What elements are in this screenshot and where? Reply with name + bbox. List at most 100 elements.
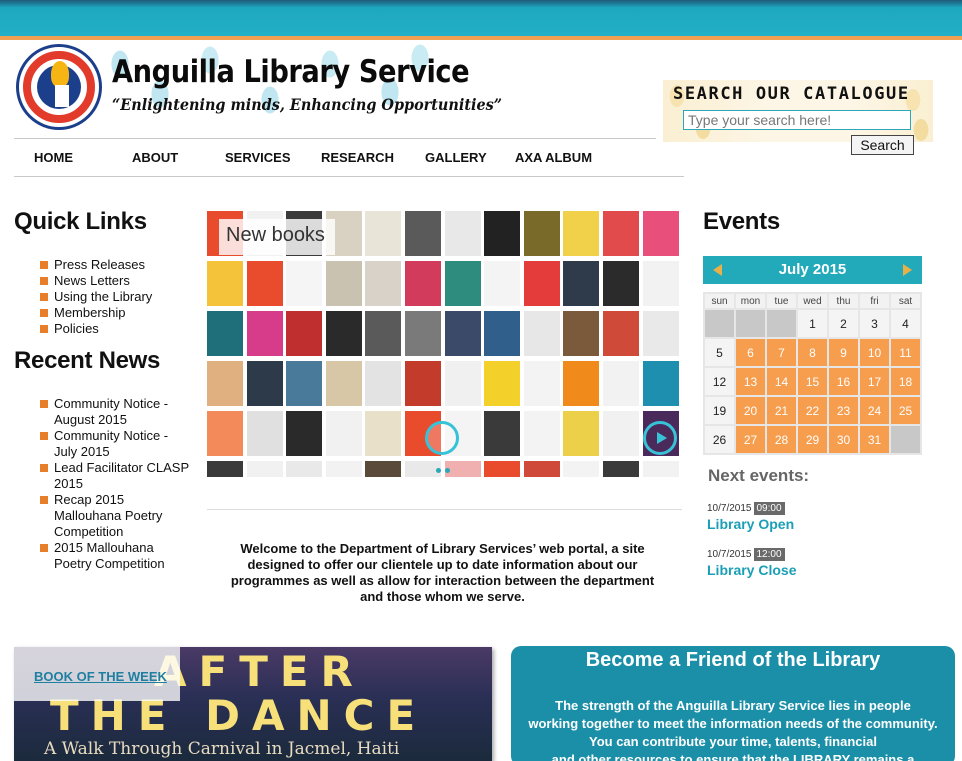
event-title-link[interactable]: Library Close: [707, 562, 796, 578]
book-cover-tile[interactable]: [286, 311, 323, 356]
slider-pagination[interactable]: [436, 460, 454, 478]
book-cover-tile[interactable]: [603, 361, 639, 406]
book-cover-tile[interactable]: [246, 411, 283, 456]
book-cover-tile[interactable]: [444, 211, 481, 256]
calendar-next-icon[interactable]: [903, 264, 912, 276]
event-title-link[interactable]: Library Open: [707, 516, 794, 532]
nav-home[interactable]: HOME: [34, 150, 73, 165]
calendar-day[interactable]: 9: [829, 339, 858, 366]
book-cover-tile[interactable]: [563, 211, 600, 256]
nav-research[interactable]: RESEARCH: [321, 150, 394, 165]
book-cover-tile[interactable]: [603, 311, 639, 356]
calendar-day[interactable]: 6: [736, 339, 765, 366]
book-cover-tile[interactable]: [563, 461, 600, 477]
book-cover-tile[interactable]: [563, 261, 600, 306]
book-cover-tile[interactable]: [365, 361, 402, 406]
calendar-day[interactable]: 28: [767, 426, 796, 453]
calendar-day[interactable]: 15: [798, 368, 827, 395]
nav-axa-album[interactable]: AXA ALBUM: [515, 150, 592, 165]
slider-next-icon[interactable]: [643, 421, 677, 455]
book-cover-tile[interactable]: [484, 211, 521, 256]
slider-play-icon[interactable]: [425, 421, 459, 455]
book-cover-tile[interactable]: [365, 311, 402, 356]
news-item[interactable]: 2015 Mallouhana Poetry Competition: [40, 540, 190, 572]
book-cover-tile[interactable]: [484, 261, 521, 306]
calendar-day[interactable]: 18: [891, 368, 920, 395]
book-cover-tile[interactable]: [286, 411, 323, 456]
calendar-day[interactable]: 26: [705, 426, 734, 453]
book-cover-tile[interactable]: [523, 211, 560, 256]
calendar-day[interactable]: 19: [705, 397, 734, 424]
calendar-day[interactable]: 16: [829, 368, 858, 395]
calendar-day[interactable]: 11: [891, 339, 920, 366]
quick-link-press-releases[interactable]: Press Releases: [40, 257, 152, 273]
news-item[interactable]: Recap 2015 Mallouhana Poetry Competition: [40, 492, 190, 540]
book-cover-tile[interactable]: [523, 361, 560, 406]
book-cover-tile[interactable]: [563, 361, 600, 406]
library-logo[interactable]: [16, 44, 102, 130]
book-cover-tile[interactable]: [325, 261, 362, 306]
book-cover-tile[interactable]: [207, 311, 243, 356]
calendar-day[interactable]: 20: [736, 397, 765, 424]
book-cover-tile[interactable]: [325, 361, 362, 406]
book-cover-tile[interactable]: [444, 261, 481, 306]
quick-link-news-letters[interactable]: News Letters: [40, 273, 152, 289]
calendar-day[interactable]: 8: [798, 339, 827, 366]
calendar-day[interactable]: 7: [767, 339, 796, 366]
book-cover-tile[interactable]: [325, 411, 362, 456]
calendar-day[interactable]: 24: [860, 397, 889, 424]
book-cover-tile[interactable]: [523, 311, 560, 356]
calendar-day[interactable]: 21: [767, 397, 796, 424]
book-cover-tile[interactable]: [365, 211, 402, 256]
nav-gallery[interactable]: GALLERY: [425, 150, 487, 165]
book-cover-tile[interactable]: [444, 311, 481, 356]
book-cover-tile[interactable]: [603, 461, 639, 477]
calendar-day[interactable]: 31: [860, 426, 889, 453]
book-cover-tile[interactable]: [246, 311, 283, 356]
search-button[interactable]: Search: [851, 135, 914, 155]
search-input[interactable]: [683, 110, 911, 130]
calendar-day[interactable]: 5: [705, 339, 734, 366]
site-title[interactable]: Anguilla Library Service: [112, 54, 470, 90]
calendar-day[interactable]: 14: [767, 368, 796, 395]
book-cover-tile[interactable]: [207, 361, 243, 406]
book-cover-tile[interactable]: [484, 311, 521, 356]
book-cover-tile[interactable]: [523, 261, 560, 306]
quick-link-membership[interactable]: Membership: [40, 305, 152, 321]
calendar-day[interactable]: 3: [860, 310, 889, 337]
calendar-day[interactable]: 4: [891, 310, 920, 337]
book-cover-tile[interactable]: [563, 411, 600, 456]
calendar-day[interactable]: 30: [829, 426, 858, 453]
book-cover-tile[interactable]: [484, 461, 521, 477]
calendar-day[interactable]: 2: [829, 310, 858, 337]
book-cover-tile[interactable]: [444, 361, 481, 406]
book-of-week-link[interactable]: BOOK OF THE WEEK: [34, 669, 167, 684]
book-of-the-week-banner[interactable]: AFTER THE DANCE A Walk Through Carnival …: [14, 647, 492, 761]
book-cover-tile[interactable]: [365, 261, 402, 306]
book-cover-tile[interactable]: [365, 461, 402, 477]
book-cover-tile[interactable]: [286, 461, 323, 477]
calendar-day[interactable]: 12: [705, 368, 734, 395]
book-cover-tile[interactable]: [405, 261, 441, 306]
news-item[interactable]: Community Notice - July 2015: [40, 428, 190, 460]
book-cover-tile[interactable]: [207, 411, 243, 456]
calendar-day[interactable]: 23: [829, 397, 858, 424]
calendar-day[interactable]: 17: [860, 368, 889, 395]
book-cover-tile[interactable]: [563, 311, 600, 356]
book-cover-tile[interactable]: [405, 361, 441, 406]
book-cover-tile[interactable]: [642, 261, 679, 306]
book-cover-tile[interactable]: [286, 261, 323, 306]
book-cover-tile[interactable]: [405, 211, 441, 256]
calendar-day[interactable]: 1: [798, 310, 827, 337]
nav-services[interactable]: SERVICES: [225, 150, 291, 165]
calendar-day[interactable]: 27: [736, 426, 765, 453]
book-cover-tile[interactable]: [325, 461, 362, 477]
book-cover-tile[interactable]: [603, 411, 639, 456]
calendar-day[interactable]: 13: [736, 368, 765, 395]
news-item[interactable]: Lead Facilitator CLASP 2015: [40, 460, 190, 492]
book-cover-tile[interactable]: [286, 361, 323, 406]
book-cover-tile[interactable]: [246, 461, 283, 477]
book-cover-tile[interactable]: [484, 361, 521, 406]
book-cover-tile[interactable]: [207, 261, 243, 306]
quick-link-policies[interactable]: Policies: [40, 321, 152, 337]
